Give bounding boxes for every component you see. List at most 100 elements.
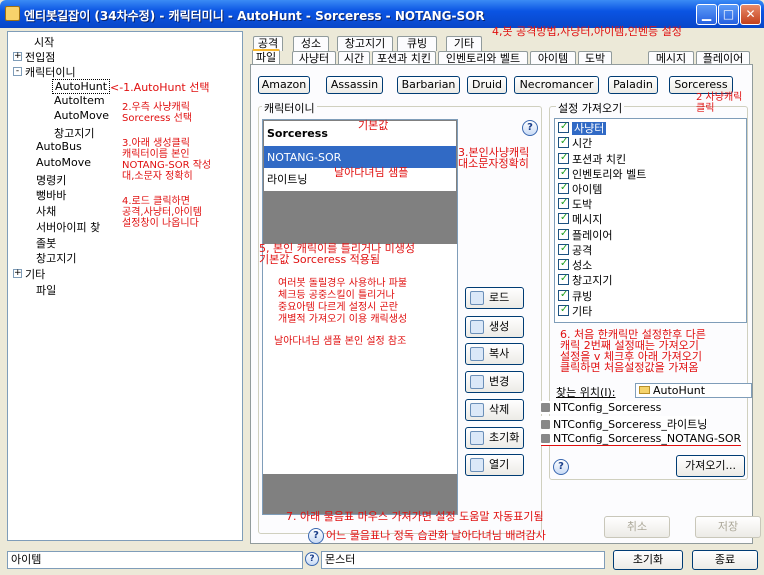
annotation-default: 기본값 [358,119,389,132]
create-button[interactable]: 생성 [465,316,524,338]
annotation-step1: <-1.AutoHunt 선택 [110,81,210,94]
help-icon[interactable]: ? [308,528,324,544]
tree-item-storage[interactable]: 창고지기 [54,125,94,141]
title-bar: 엔티봇길잡이 (34차수정) - 캐릭터미니 - AutoHunt - Sorc… [0,0,764,28]
tree-item-automove[interactable]: AutoMove [54,109,109,122]
tab-storage[interactable]: 창고지기 [337,36,393,51]
config-file-item[interactable]: NTConfig_Sorceress [541,401,662,414]
annotation-step5: 5, 본인 캐릭이를 틀리거나 미생성 기본값 Sorceress 적용됨 [259,242,416,266]
setting-item-messages[interactable]: 메시지 [558,212,602,226]
tree-expand-icon[interactable]: + [13,269,22,278]
status-mid: 몬스터 [321,551,605,569]
folder-dropdown[interactable]: AutoHunt [635,383,752,398]
setting-item-time[interactable]: 시간 [558,136,592,150]
class-button-assassin[interactable]: Assassin [326,76,383,94]
setting-item-items[interactable]: 아이템 [558,182,602,196]
checkbox[interactable] [558,304,569,316]
checkbox[interactable] [558,243,569,255]
annotation-step4: 4.로드 클릭하면 공격,사냥터,아이템 설정창이 나옵니다 [122,196,202,229]
delete-icon [470,403,484,417]
class-button-necromancer[interactable]: Necromancer [514,76,599,94]
checkbox[interactable] [558,258,569,270]
tree-item-automove-2[interactable]: AutoMove [36,156,91,169]
help-icon[interactable]: ? [522,120,538,136]
annotation-step7-thanks: 어느 물음표나 정독 습관화 날아다녀님 배려감사 [326,529,546,542]
checkbox[interactable] [558,121,569,133]
tree-item-hotkeys[interactable]: 명령키 [36,172,66,188]
class-button-paladin[interactable]: Paladin [608,76,658,94]
file-icon [541,403,550,412]
load-icon [470,291,484,305]
create-icon [470,320,484,334]
close-button[interactable]: ✕ [740,4,761,25]
checkbox[interactable] [558,289,569,301]
reset-list-button[interactable]: 초기화 [465,427,524,449]
tree-item[interactable]: 사채 [36,203,56,219]
checkbox[interactable] [558,273,569,285]
rename-button[interactable]: 변경 [465,371,524,393]
checkbox[interactable] [558,182,569,194]
file-icon [541,434,550,443]
setting-item-inventory[interactable]: 인벤토리와 벨트 [558,167,646,181]
setting-item-potion[interactable]: 포션과 치킨 [558,152,626,166]
class-button-barbarian[interactable]: Barbarian [397,76,460,94]
save-button[interactable]: 저장 [695,516,761,538]
config-file-item[interactable]: NTConfig_Sorceress_NOTANG-SOR [541,432,742,446]
class-button-druid[interactable]: Druid [467,76,507,94]
checkbox[interactable] [558,167,569,179]
class-button-amazon[interactable]: Amazon [258,76,310,94]
config-file-item[interactable]: NTConfig_Sorceress_라이트닝 [541,416,708,432]
setting-item-storage[interactable]: 창고지기 [558,273,612,287]
settings-checklist[interactable]: 사냥터 시간 포션과 치킨 인벤토리와 벨트 아이템 도박 메시지 플레이어 공… [554,118,747,323]
tab-shrine[interactable]: 성소 [293,36,329,51]
checkbox[interactable] [558,197,569,209]
setting-item-hunting[interactable]: 사냥터 [558,121,607,135]
tree-item-server-ip[interactable]: 서버아이피 찾 [36,219,100,235]
tree-item[interactable]: 뻥바바 [36,187,66,203]
maximize-button[interactable]: □ [718,4,739,25]
tree-item[interactable]: 졸봇 [36,235,56,251]
annotation-step6: 6. 처음 한캐릭만 설정한후 다른 캐릭 2번째 설정때는 가져오기 설정을 … [560,328,706,374]
status-left: 아이템 [7,551,303,569]
annotation-step5-detail: 여러봇 돌릴경우 사용하나 파불 체크등 공중스킬이 틀리거나 중요아템 다르게… [278,278,408,325]
tab-cubing[interactable]: 큐빙 [397,36,437,51]
setting-item-attack[interactable]: 공격 [558,243,592,257]
tree-item-storage-2[interactable]: 창고지기 [36,250,76,266]
app-icon [5,6,20,21]
tree-item-file[interactable]: 파일 [36,282,56,298]
load-button[interactable]: 로드 [465,287,524,309]
help-icon[interactable]: ? [305,552,319,566]
open-icon [470,458,484,472]
checkbox[interactable] [558,152,569,164]
help-icon[interactable]: ? [553,459,569,475]
tree-item-autoitem[interactable]: AutoItem [54,94,105,107]
tree-item-start[interactable]: 시작 [34,34,54,50]
checkbox[interactable] [558,212,569,224]
tab-misc[interactable]: 기타 [446,36,482,51]
open-button[interactable]: 열기 [465,454,524,476]
annotation-sample: 날아다녀님 샘플 [334,166,409,179]
cancel-button[interactable]: 취소 [604,516,670,538]
settings-import-label: 설정 가져오기 [556,100,625,116]
tree-item-autohunt[interactable]: AutoHunt [52,79,111,94]
setting-item-misc[interactable]: 기타 [558,304,592,318]
tree-item-misc[interactable]: 기타 [25,266,45,282]
tree-collapse-icon[interactable]: - [13,67,22,76]
copy-button[interactable]: 복사 [465,343,524,365]
import-button[interactable]: 가져오기... [676,455,745,477]
setting-item-cubing[interactable]: 큐빙 [558,289,592,303]
checkbox[interactable] [558,228,569,240]
tree-item-autobus[interactable]: AutoBus [36,140,82,153]
setting-item-shrine[interactable]: 성소 [558,258,592,272]
reset-button[interactable]: 초기화 [613,550,683,570]
annotation-step2-right: 2 사냥캐릭 클릭 [696,92,743,114]
tree-expand-icon[interactable]: + [13,52,22,61]
tree-item[interactable]: 전입점 [25,49,55,65]
delete-button[interactable]: 삭제 [465,399,524,421]
checkbox[interactable] [558,136,569,148]
exit-button[interactable]: 종료 [692,550,758,570]
tree-item-character-mini[interactable]: 캐릭터이니 [25,64,76,80]
minimize-button[interactable]: ▁ [696,4,717,25]
setting-item-player[interactable]: 플레이어 [558,228,612,242]
setting-item-gamble[interactable]: 도박 [558,197,592,211]
